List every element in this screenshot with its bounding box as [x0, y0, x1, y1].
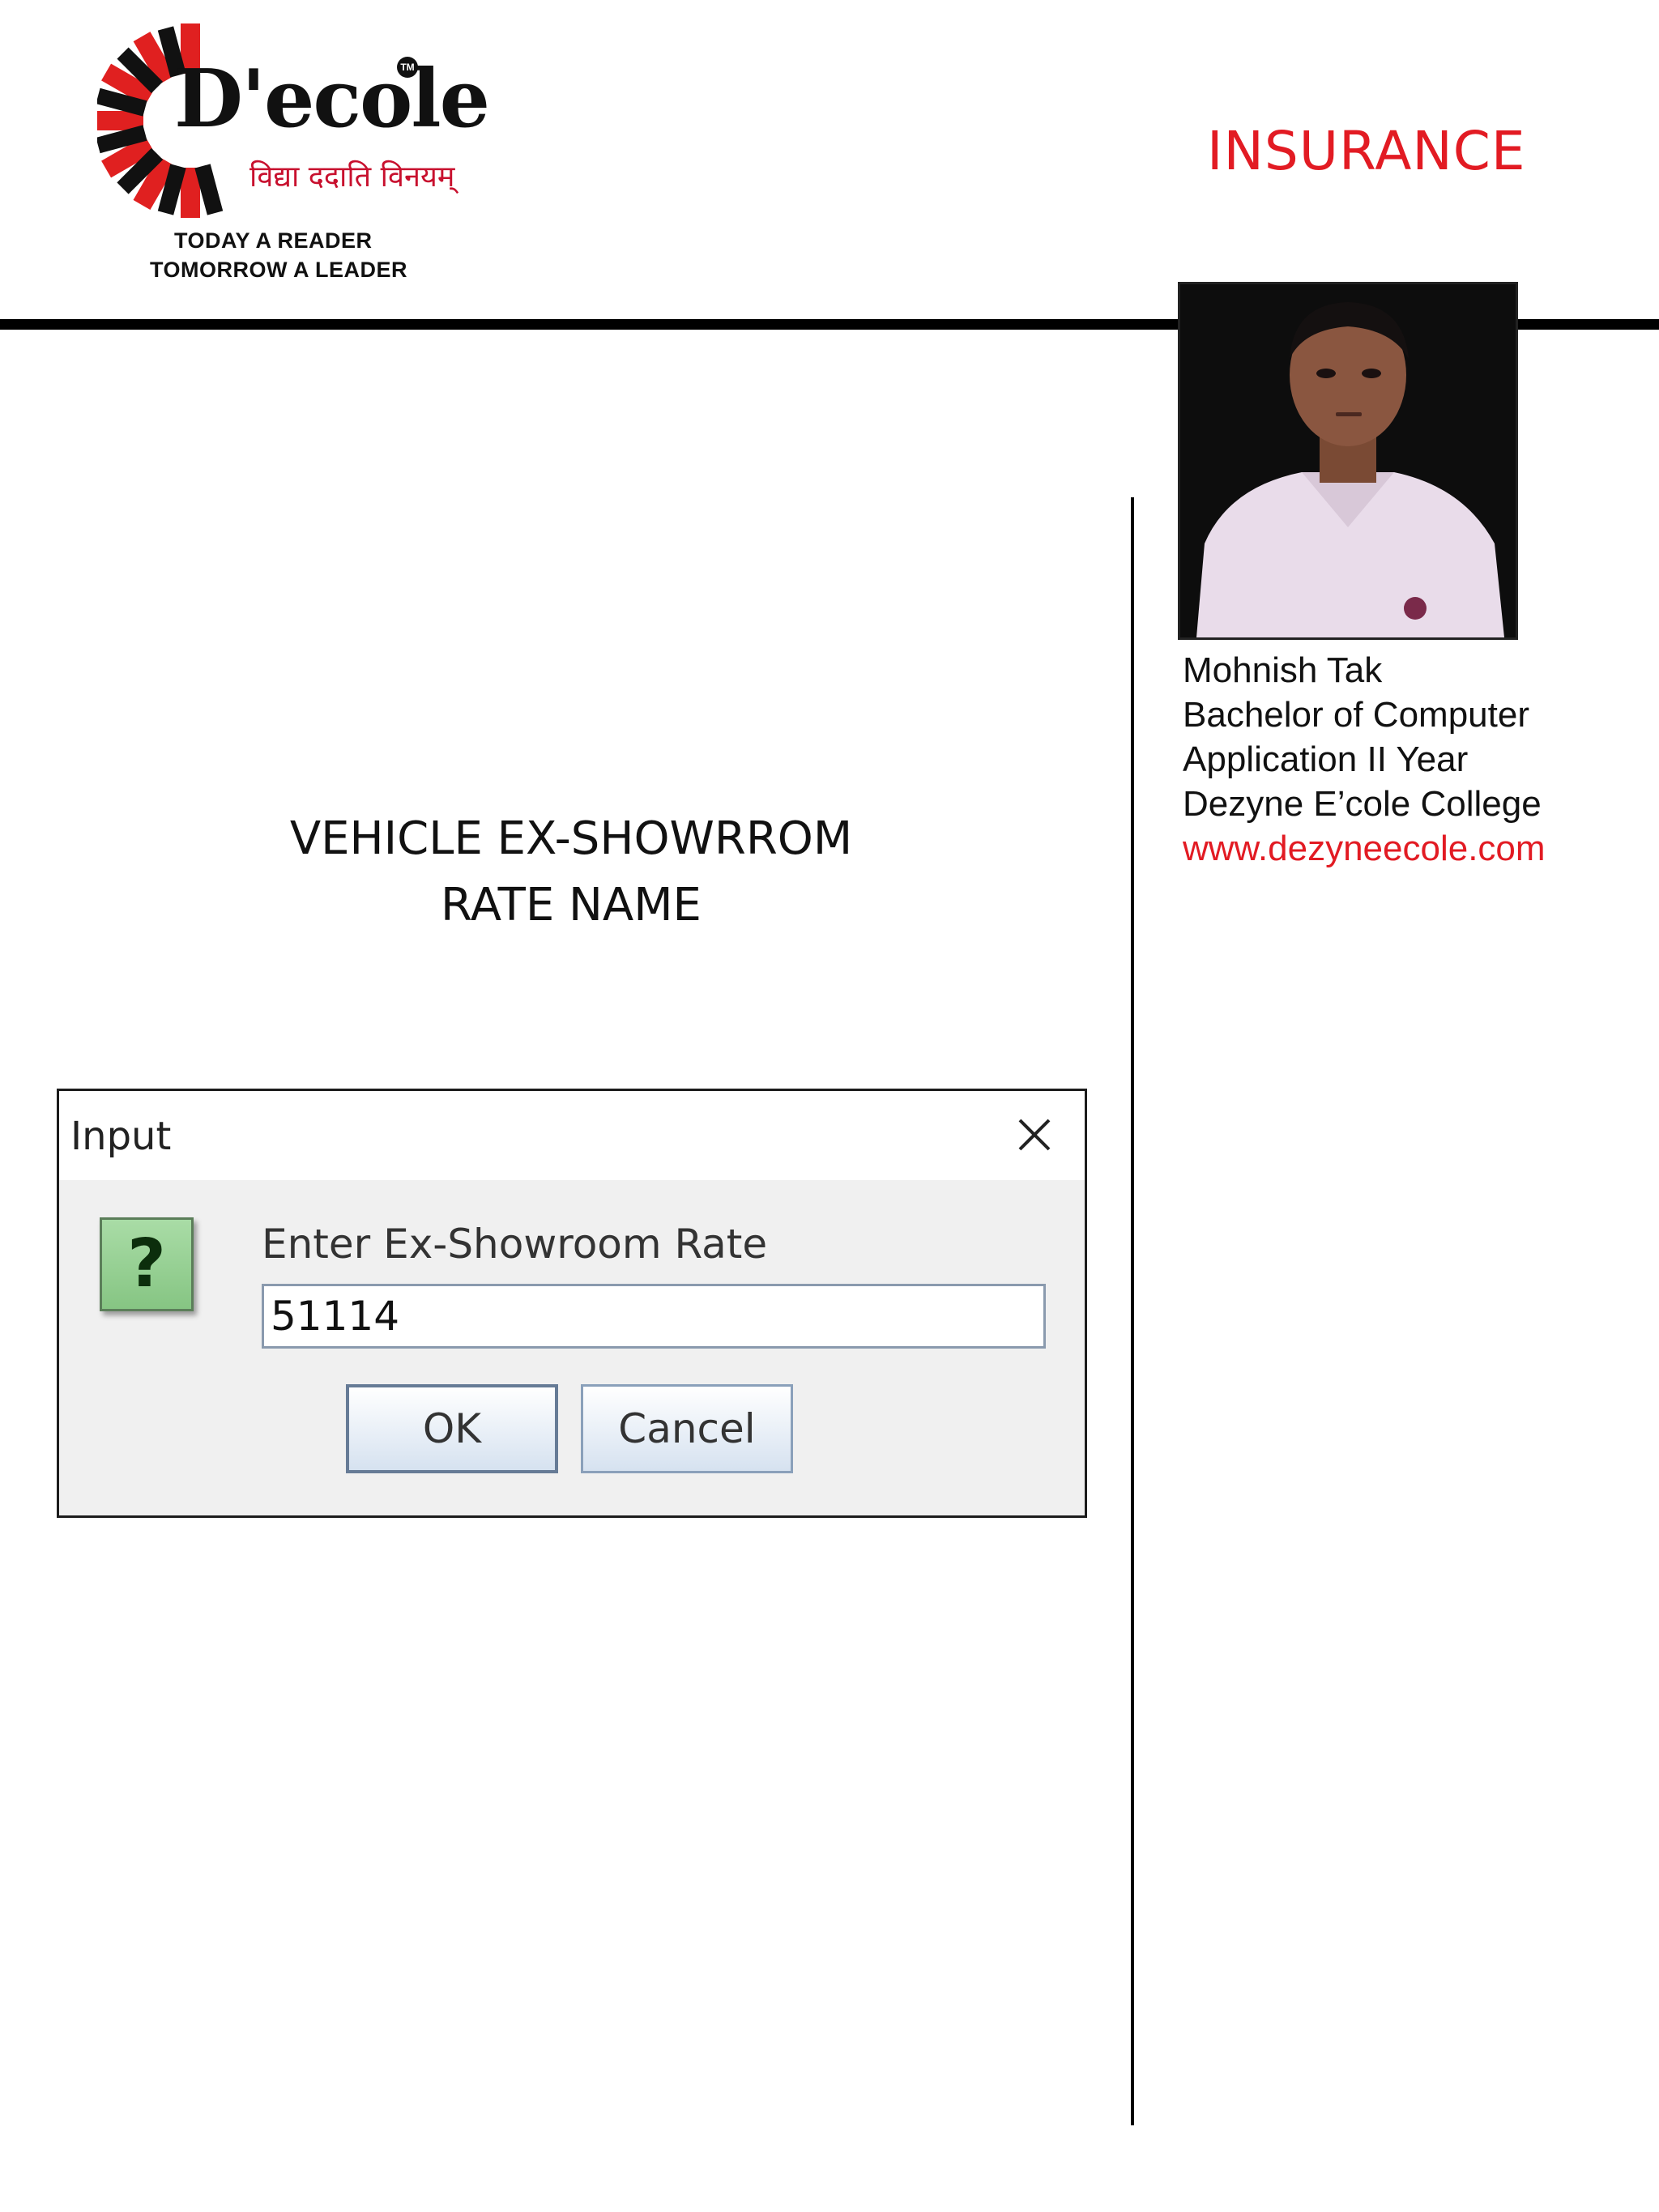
page-title: INSURANCE: [1207, 120, 1526, 182]
college-name: Dezyne E’cole College: [1183, 784, 1542, 824]
student-portrait-icon: [1180, 284, 1516, 637]
student-course-line-1: Bachelor of Computer: [1183, 695, 1529, 735]
college-website-link[interactable]: www.dezyneecole.com: [1183, 826, 1636, 871]
student-info: Mohnish Tak Bachelor of Computer Applica…: [1183, 648, 1636, 871]
college-logo: D'ecole TM विद्या ददाति विनयम् TODAY A R…: [89, 11, 490, 282]
question-mark-glyph: ?: [127, 1225, 166, 1302]
cancel-button[interactable]: Cancel: [581, 1384, 793, 1473]
input-dialog: Input ? Enter Ex-Showroom Rate OK Cancel: [57, 1089, 1087, 1518]
vertical-divider: [1131, 497, 1134, 2125]
trademark-badge: TM: [397, 57, 418, 78]
dialog-title: Input: [70, 1114, 172, 1159]
ok-button[interactable]: OK: [346, 1384, 558, 1473]
student-name: Mohnish Tak: [1183, 650, 1383, 690]
student-course-line-2: Application II Year: [1183, 739, 1469, 779]
logo-tagline-1: TODAY A READER: [174, 228, 373, 253]
student-photo: [1178, 282, 1518, 640]
caption-line-2: RATE NAME: [441, 879, 702, 931]
close-button[interactable]: [1012, 1112, 1057, 1157]
caption-line-1: VEHICLE EX-SHOWRROM: [289, 812, 853, 865]
dialog-titlebar[interactable]: Input: [59, 1091, 1085, 1180]
logo-brand-text: D'ecole: [174, 53, 490, 146]
logo-motto: विद्या ददाति विनयम्: [249, 160, 455, 194]
slide-caption: VEHICLE EX-SHOWRROM RATE NAME: [0, 806, 1142, 939]
close-icon[interactable]: [1012, 1112, 1057, 1157]
prompt-label: Enter Ex-Showroom Rate: [262, 1221, 768, 1268]
logo-tagline-2: TOMORROW A LEADER: [150, 258, 407, 282]
ex-showroom-rate-input[interactable]: [262, 1284, 1046, 1349]
question-icon: ?: [100, 1217, 194, 1311]
